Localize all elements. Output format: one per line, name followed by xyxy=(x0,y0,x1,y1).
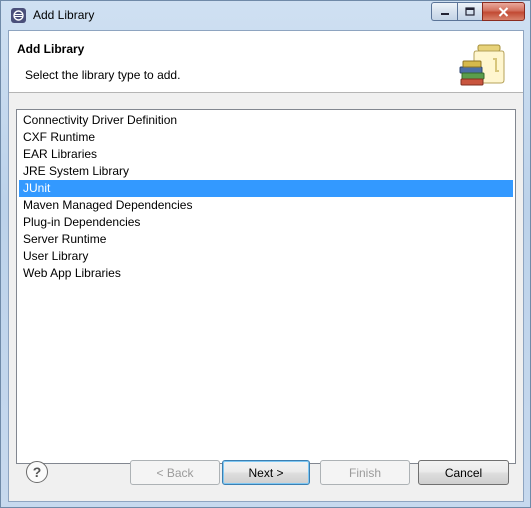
banner-description: Select the library type to add. xyxy=(25,68,181,82)
list-item[interactable]: Connectivity Driver Definition xyxy=(19,112,513,129)
maximize-button[interactable] xyxy=(457,2,482,21)
dialog-body: Add Library Select the library type to a… xyxy=(8,30,524,502)
banner-title: Add Library xyxy=(17,42,85,56)
cancel-button[interactable]: Cancel xyxy=(418,460,509,485)
wizard-banner: Add Library Select the library type to a… xyxy=(9,31,523,93)
list-item[interactable]: Web App Libraries xyxy=(19,265,513,282)
list-item[interactable]: JRE System Library xyxy=(19,163,513,180)
list-item-selected[interactable]: JUnit xyxy=(19,180,513,197)
next-button[interactable]: Next > xyxy=(222,460,310,485)
list-item[interactable]: Plug-in Dependencies xyxy=(19,214,513,231)
eclipse-icon[interactable] xyxy=(11,8,26,23)
title-bar[interactable]: Add Library xyxy=(1,1,530,29)
list-item[interactable]: EAR Libraries xyxy=(19,146,513,163)
list-item[interactable]: Server Runtime xyxy=(19,231,513,248)
close-icon xyxy=(498,6,509,17)
window-controls xyxy=(431,2,525,21)
minimize-icon xyxy=(440,12,449,15)
library-jar-icon xyxy=(459,44,505,86)
close-button[interactable] xyxy=(482,2,525,21)
maximize-icon xyxy=(465,7,475,16)
library-type-list[interactable]: Connectivity Driver Definition CXF Runti… xyxy=(16,109,516,464)
minimize-button[interactable] xyxy=(431,2,457,21)
list-item[interactable]: User Library xyxy=(19,248,513,265)
list-item[interactable]: CXF Runtime xyxy=(19,129,513,146)
window-title: Add Library xyxy=(33,8,95,22)
help-label: ? xyxy=(32,464,42,480)
finish-button[interactable]: Finish xyxy=(320,460,410,485)
back-button[interactable]: < Back xyxy=(130,460,220,485)
add-library-dialog: Add Library Add Library Select the libra… xyxy=(0,0,531,508)
help-icon[interactable]: ? xyxy=(26,461,48,483)
list-item[interactable]: Maven Managed Dependencies xyxy=(19,197,513,214)
